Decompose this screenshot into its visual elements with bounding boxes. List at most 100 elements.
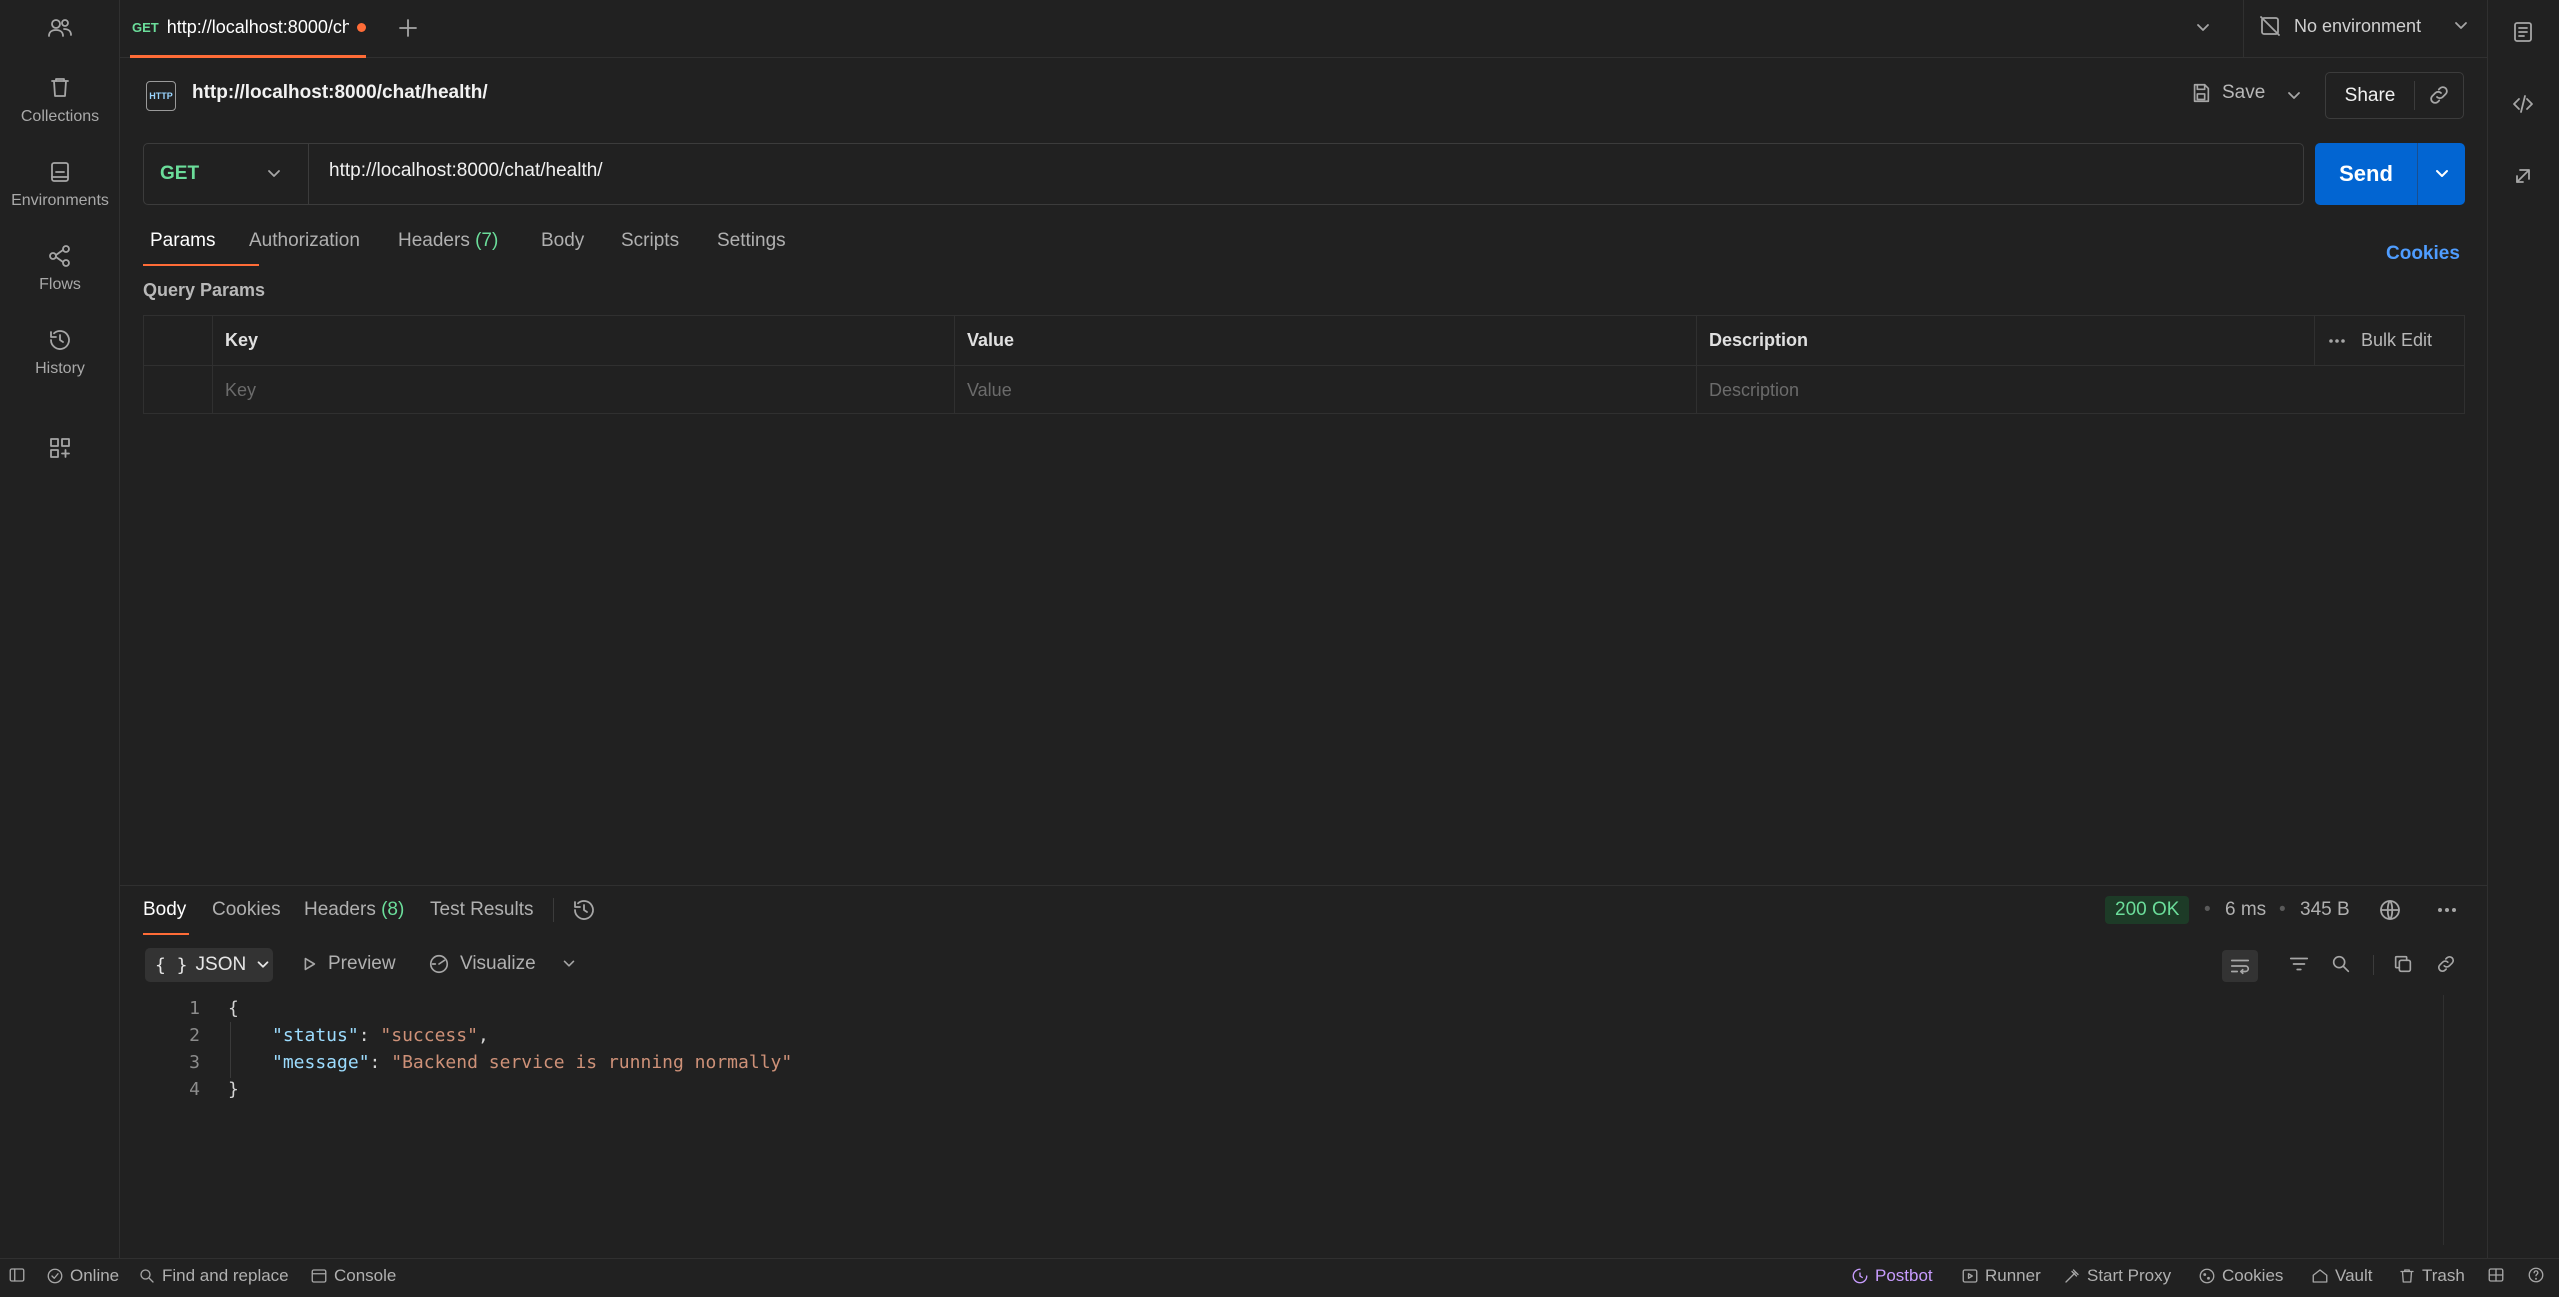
related-collections-icon[interactable] <box>2511 164 2535 188</box>
response-history-icon[interactable] <box>572 898 596 922</box>
layout-icon[interactable] <box>2487 1266 2505 1284</box>
copy-link-icon[interactable] <box>2427 83 2451 107</box>
runner-button[interactable]: Runner <box>1961 1266 2041 1286</box>
sidebar-item-collections[interactable]: Collections <box>0 76 120 126</box>
description-input[interactable]: Description <box>1696 365 2464 414</box>
share-button-group: Share <box>2325 72 2464 119</box>
status-badge[interactable]: 200 OK <box>2105 896 2190 924</box>
sidebar-item-flows[interactable]: Flows <box>0 244 120 294</box>
code-icon[interactable] <box>2511 92 2535 116</box>
visualize-button[interactable]: Visualize <box>428 953 578 975</box>
send-options-button[interactable] <box>2417 143 2465 205</box>
code-line: "status": "success", <box>272 1025 489 1046</box>
unsaved-indicator <box>357 23 366 32</box>
toggle-sidebar-icon[interactable] <box>8 1266 26 1284</box>
team-icon[interactable] <box>47 16 73 40</box>
format-select[interactable]: { } JSON <box>145 948 273 982</box>
response-divider[interactable] <box>120 885 2487 886</box>
tab-params[interactable]: Params <box>150 230 215 252</box>
add-workbench-icon[interactable] <box>48 436 72 460</box>
query-params-title: Query Params <box>143 280 266 300</box>
tab-authorization[interactable]: Authorization <box>249 230 360 252</box>
postbot-button[interactable]: Postbot <box>1851 1266 1933 1286</box>
preview-button[interactable]: Preview <box>300 953 396 975</box>
response-tab-cookies[interactable]: Cookies <box>212 899 281 921</box>
chevron-down-icon <box>254 956 272 974</box>
cookies-button[interactable]: Cookies <box>2198 1266 2283 1286</box>
trash-label: Trash <box>2422 1266 2465 1285</box>
copy-icon[interactable] <box>2392 953 2414 975</box>
chevron-down-icon <box>2451 16 2471 36</box>
console-label: Console <box>334 1266 397 1285</box>
sidebar-item-history[interactable]: History <box>0 328 120 378</box>
tab-headers[interactable]: Headers (7) <box>398 230 498 252</box>
url-input[interactable] <box>329 160 2229 182</box>
braces-icon: { } <box>155 954 188 976</box>
request-tab[interactable]: GET http://localhost:8000/ch <box>130 0 366 58</box>
trash-button[interactable]: Trash <box>2398 1266 2465 1286</box>
start-proxy-button[interactable]: Start Proxy <box>2063 1266 2171 1286</box>
flows-icon <box>48 244 72 268</box>
column-header-value: Value <box>954 316 1696 365</box>
tab-body[interactable]: Body <box>541 230 584 252</box>
network-globe-icon[interactable] <box>2378 898 2402 922</box>
code-line: { <box>228 998 239 1019</box>
help-icon[interactable] <box>2527 1266 2545 1284</box>
request-title[interactable]: http://localhost:8000/chat/health/ <box>192 82 488 104</box>
column-header-key: Key <box>212 316 954 365</box>
save-options-chevron-icon[interactable] <box>2284 86 2304 106</box>
tab-scripts[interactable]: Scripts <box>621 230 679 252</box>
postbot-label: Postbot <box>1875 1266 1933 1285</box>
line-number: 1 <box>189 998 200 1019</box>
wrap-lines-button[interactable] <box>2222 950 2258 982</box>
online-label: Online <box>70 1266 120 1285</box>
sidebar-item-label: Environments <box>11 192 109 209</box>
copy-link-icon[interactable] <box>2435 953 2457 975</box>
console-button[interactable]: Console <box>310 1266 396 1286</box>
new-tab-icon[interactable] <box>396 16 420 40</box>
save-icon <box>2190 82 2212 104</box>
send-button[interactable]: Send <box>2315 143 2417 205</box>
key-input[interactable]: Key <box>212 365 954 414</box>
scrollbar-track[interactable] <box>2443 995 2444 1245</box>
more-options-icon[interactable] <box>2327 331 2347 351</box>
preview-label: Preview <box>328 953 396 974</box>
filter-icon[interactable] <box>2288 953 2310 975</box>
cookies-label: Cookies <box>2222 1266 2284 1285</box>
response-size[interactable]: 345 B <box>2300 899 2350 921</box>
runner-icon <box>1961 1267 1979 1285</box>
share-button[interactable]: Share <box>2326 73 2414 118</box>
tab-settings[interactable]: Settings <box>717 230 786 252</box>
cookies-link[interactable]: Cookies <box>2386 243 2460 265</box>
vault-label: Vault <box>2335 1266 2373 1285</box>
separator: • <box>2279 899 2286 920</box>
online-status[interactable]: Online <box>46 1266 119 1286</box>
sidebar-item-environments[interactable]: Environments <box>0 160 120 210</box>
vault-button[interactable]: Vault <box>2311 1266 2373 1286</box>
row-checkbox-cell <box>144 365 212 414</box>
visualize-label: Visualize <box>460 953 536 974</box>
response-tab-headers[interactable]: Headers (8) <box>304 899 404 921</box>
response-tab-body[interactable]: Body <box>143 899 186 921</box>
visualize-icon <box>428 953 450 975</box>
share-label: Share <box>2344 84 2396 106</box>
response-time[interactable]: 6 ms <box>2225 899 2266 921</box>
chevron-down-icon <box>264 164 284 184</box>
save-button[interactable]: Save <box>2190 82 2265 104</box>
method-select[interactable]: GET <box>144 144 309 204</box>
find-replace-label: Find and replace <box>162 1266 289 1285</box>
documentation-icon[interactable] <box>2511 20 2535 44</box>
response-more-icon[interactable] <box>2436 900 2458 920</box>
postbot-icon <box>1851 1267 1869 1285</box>
value-input[interactable]: Value <box>954 365 1696 414</box>
tabs-dropdown-icon[interactable] <box>2193 18 2213 38</box>
find-replace-button[interactable]: Find and replace <box>138 1266 289 1286</box>
sidebar-item-label: History <box>35 360 85 377</box>
search-icon <box>138 1267 156 1285</box>
play-icon <box>300 955 318 973</box>
response-tab-test-results[interactable]: Test Results <box>430 899 533 921</box>
environment-selector[interactable]: No environment <box>2258 14 2471 38</box>
bulk-edit-button[interactable]: Bulk Edit <box>2361 330 2432 351</box>
search-icon[interactable] <box>2330 953 2352 975</box>
save-label: Save <box>2222 82 2266 103</box>
